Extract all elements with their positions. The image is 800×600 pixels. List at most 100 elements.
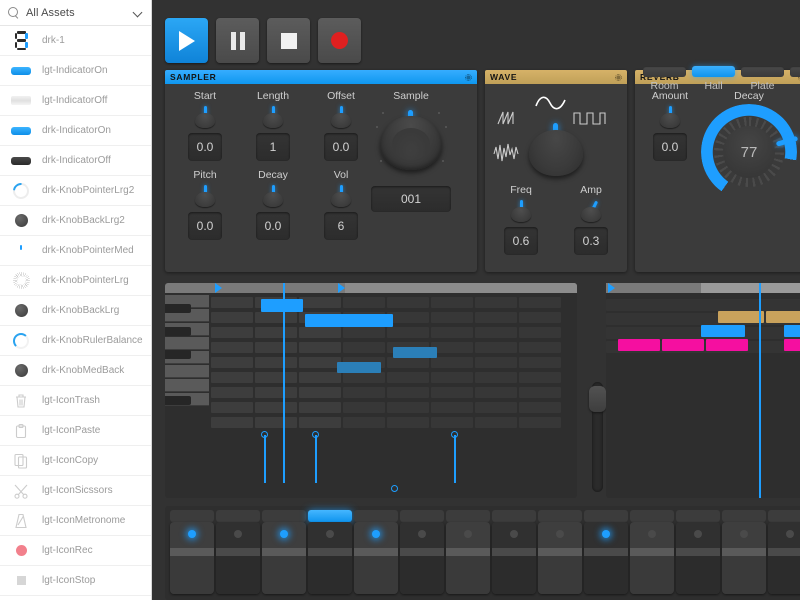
pad-key[interactable] xyxy=(676,522,720,594)
sampler-knob-pitch[interactable]: Pitch 0.0 xyxy=(181,169,229,240)
asset-list-item[interactable]: lgt-IconStop xyxy=(0,566,151,596)
grid-cell[interactable] xyxy=(387,357,429,368)
pad-indicator[interactable] xyxy=(722,510,766,522)
clip-block[interactable] xyxy=(766,311,800,323)
asset-list-item[interactable]: drk-KnobPointerMed xyxy=(0,236,151,266)
grid-cell[interactable] xyxy=(519,312,561,323)
grid-cell[interactable] xyxy=(387,402,429,413)
gear-icon[interactable] xyxy=(465,74,472,81)
automation-lane[interactable] xyxy=(211,423,575,496)
noise-icon[interactable] xyxy=(493,141,523,165)
clip-block[interactable] xyxy=(784,339,800,351)
sawtooth-icon[interactable] xyxy=(497,110,523,126)
asset-list-item[interactable]: lgt-IconTrash xyxy=(0,386,151,416)
knob-value[interactable]: 0.0 xyxy=(324,133,358,161)
pad-key[interactable] xyxy=(262,522,306,594)
grid-cell[interactable] xyxy=(519,327,561,338)
pad-key[interactable] xyxy=(630,522,674,594)
knob-dial[interactable] xyxy=(328,185,354,207)
grid-cell[interactable] xyxy=(255,357,297,368)
knob-dial[interactable] xyxy=(192,106,218,128)
asset-list-item[interactable]: drk-IndicatorOn xyxy=(0,116,151,146)
knob-value[interactable]: 0.0 xyxy=(188,212,222,240)
grid-cell[interactable] xyxy=(519,372,561,383)
arranger-ruler[interactable] xyxy=(606,283,800,293)
grid-cell[interactable] xyxy=(519,297,561,308)
clip-arranger[interactable] xyxy=(606,283,800,498)
clip-block[interactable] xyxy=(618,339,660,351)
pad-key[interactable] xyxy=(584,522,628,594)
grid-cell[interactable] xyxy=(343,327,385,338)
grid-cell[interactable] xyxy=(299,327,341,338)
grid-cell[interactable] xyxy=(211,387,253,398)
grid-cell[interactable] xyxy=(343,402,385,413)
grid-cell[interactable] xyxy=(475,402,517,413)
pad-indicator[interactable] xyxy=(400,510,444,522)
wave-panel-header[interactable]: WAVE xyxy=(485,70,627,84)
reverb-amount[interactable]: Amount 0.0 xyxy=(643,90,697,161)
pad-indicator[interactable] xyxy=(584,510,628,522)
knob-dial[interactable] xyxy=(508,200,534,222)
grid-cell[interactable] xyxy=(299,372,341,383)
note-block[interactable] xyxy=(261,299,303,312)
arranger-track-row[interactable] xyxy=(606,299,800,311)
grid-cell[interactable] xyxy=(211,372,253,383)
grid-cell[interactable] xyxy=(299,297,341,308)
asset-list-item[interactable]: lgt-IconCopy xyxy=(0,446,151,476)
pad-keyboard[interactable] xyxy=(165,506,800,600)
play-button[interactable] xyxy=(165,18,208,63)
grid-cell[interactable] xyxy=(475,387,517,398)
pad-key[interactable] xyxy=(354,522,398,594)
slider-thumb[interactable] xyxy=(589,386,606,412)
reverb-tab-spring[interactable]: S xyxy=(790,66,800,92)
arranger-start-marker[interactable] xyxy=(608,283,615,293)
note-block[interactable] xyxy=(393,347,437,358)
grid-cell[interactable] xyxy=(519,357,561,368)
pad-key[interactable] xyxy=(446,522,490,594)
record-button[interactable] xyxy=(318,18,361,63)
sampler-knob-vol[interactable]: Vol 6 xyxy=(317,169,365,240)
pause-button[interactable] xyxy=(216,18,259,63)
grid-cell[interactable] xyxy=(475,312,517,323)
grid-cell[interactable] xyxy=(519,402,561,413)
loop-start-marker[interactable] xyxy=(215,283,222,293)
knob-value[interactable]: 6 xyxy=(324,212,358,240)
grid-cell[interactable] xyxy=(431,297,473,308)
pad-indicator[interactable] xyxy=(676,510,720,522)
knob-dial[interactable] xyxy=(328,106,354,128)
grid-cell[interactable] xyxy=(211,342,253,353)
asset-list-item[interactable]: lgt-IconRec xyxy=(0,536,151,566)
knob-value[interactable]: 0.0 xyxy=(653,133,687,161)
grid-cell[interactable] xyxy=(299,342,341,353)
grid-cell[interactable] xyxy=(299,387,341,398)
sampler-knob-length[interactable]: Length 1 xyxy=(249,90,297,161)
knob-dial[interactable] xyxy=(260,185,286,207)
grid-cell[interactable] xyxy=(519,387,561,398)
pad-key[interactable] xyxy=(722,522,766,594)
grid-cell[interactable] xyxy=(255,372,297,383)
grid-cell[interactable] xyxy=(255,402,297,413)
knob-dial[interactable] xyxy=(192,185,218,207)
grid-cell[interactable] xyxy=(255,327,297,338)
loop-ruler[interactable] xyxy=(165,283,577,293)
asset-list-item[interactable]: lgt-IconSicssors xyxy=(0,476,151,506)
knob-value[interactable]: 0.0 xyxy=(256,212,290,240)
pad-key[interactable] xyxy=(308,522,352,594)
grid-cell[interactable] xyxy=(255,387,297,398)
asset-list-item[interactable]: drk-KnobPointerLrg2 xyxy=(0,176,151,206)
grid-cell[interactable] xyxy=(431,342,473,353)
clip-block[interactable] xyxy=(701,325,745,337)
automation-point[interactable] xyxy=(391,485,398,492)
grid-cell[interactable] xyxy=(431,312,473,323)
asset-list[interactable]: drk-1lgt-IndicatorOnlgt-IndicatorOffdrk-… xyxy=(0,26,151,600)
grid-cell[interactable] xyxy=(475,357,517,368)
reverb-tab-room[interactable]: Room xyxy=(643,66,686,92)
knob-value[interactable]: 0.0 xyxy=(188,133,222,161)
clip-block[interactable] xyxy=(784,325,800,337)
asset-list-item[interactable]: drk-KnobMedBack xyxy=(0,356,151,386)
grid-cell[interactable] xyxy=(475,342,517,353)
asset-list-item[interactable]: drk-KnobBackLrg2 xyxy=(0,206,151,236)
grid-cell[interactable] xyxy=(211,327,253,338)
chevron-down-icon[interactable] xyxy=(133,8,143,18)
decay-dial[interactable]: 77 xyxy=(701,104,797,200)
